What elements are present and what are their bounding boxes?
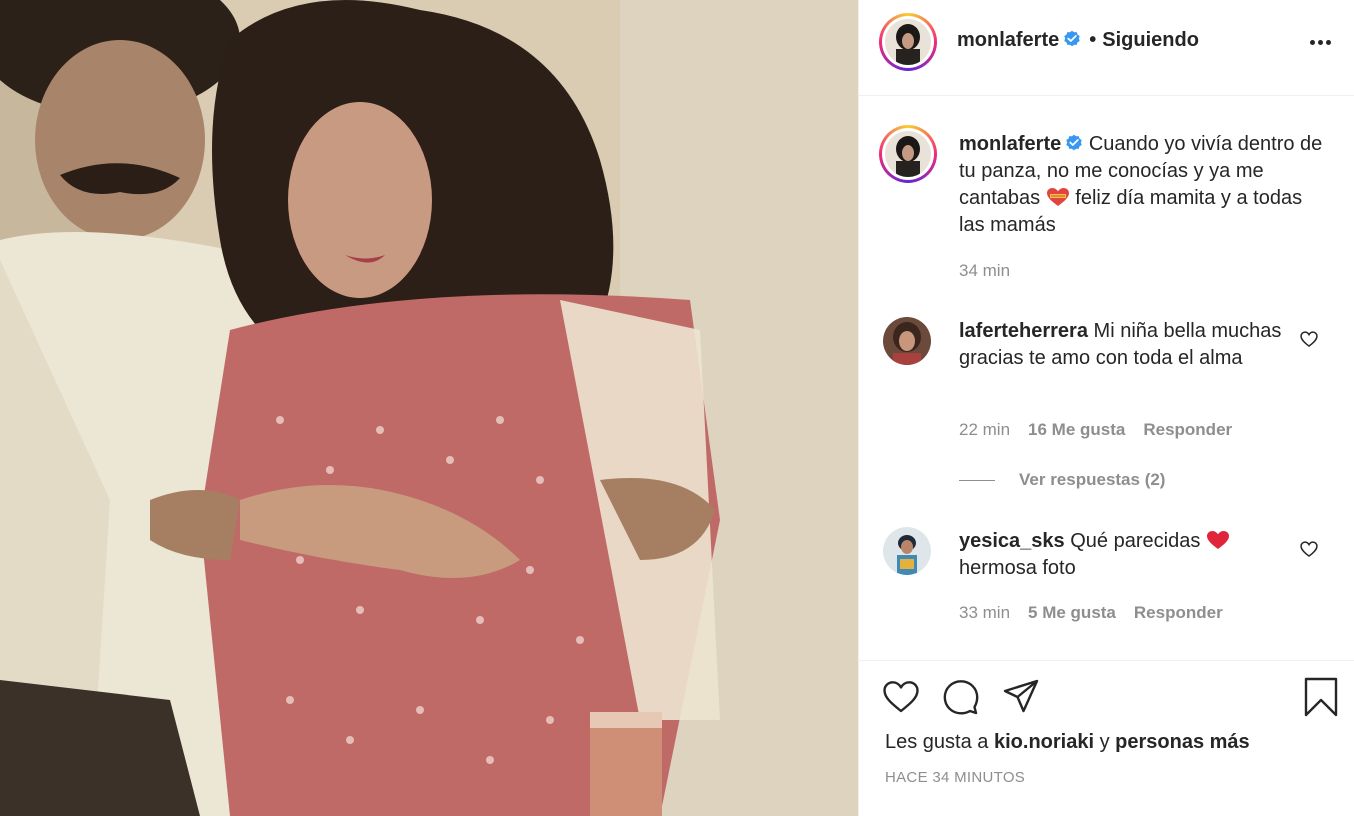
photo-illustration xyxy=(0,0,858,816)
verified-badge-icon xyxy=(1066,134,1082,151)
comment-text: laferteherrera Mi niña bella muchas grac… xyxy=(959,318,1289,372)
share-paper-plane-icon[interactable] xyxy=(1001,677,1041,717)
caption-time[interactable]: 34 min xyxy=(959,261,1010,280)
comment-likes-count[interactable]: 5 Me gusta xyxy=(1028,603,1116,622)
avatar[interactable] xyxy=(885,19,931,65)
comment-like-heart-icon[interactable] xyxy=(1299,329,1319,349)
others-likes-link[interactable]: personas más xyxy=(1115,731,1250,753)
comment-time[interactable]: 33 min xyxy=(959,603,1010,622)
view-replies-button[interactable]: Ver respuestas (2) xyxy=(959,470,1165,490)
comment-bubble-icon[interactable] xyxy=(941,677,981,717)
comment-time[interactable]: 22 min xyxy=(959,420,1010,439)
following-button[interactable]: Siguiendo xyxy=(1102,29,1199,51)
heart-emoji-icon xyxy=(1046,188,1069,206)
post-photo[interactable] xyxy=(0,0,858,816)
header-username[interactable]: monlaferte xyxy=(957,29,1059,51)
comment-text: yesica_sks Qué parecidas hermosa foto xyxy=(959,528,1289,582)
post-timestamp[interactable]: HACE 34 MINUTOS xyxy=(885,769,1025,786)
post-caption: monlaferte Cuando yo vivía dentro de tu … xyxy=(959,131,1329,239)
comments-list[interactable]: monlaferte Cuando yo vivía dentro de tu … xyxy=(859,97,1354,659)
avatar[interactable] xyxy=(885,131,931,177)
comment-username[interactable]: yesica_sks xyxy=(959,530,1065,552)
comment-like-heart-icon[interactable] xyxy=(1299,539,1319,559)
save-bookmark-icon[interactable] xyxy=(1301,677,1341,717)
likes-conjunction: y xyxy=(1099,731,1110,753)
post-sidebar: monlaferte • Siguiendo monlaferte Cuando… xyxy=(858,0,1354,816)
comment-avatar[interactable] xyxy=(883,317,931,365)
post-header: monlaferte • Siguiendo xyxy=(859,0,1354,96)
reply-button[interactable]: Responder xyxy=(1143,420,1232,439)
likes-prefix: Les gusta a xyxy=(885,731,989,753)
likes-summary: Les gusta a kio.noriaki y personas más xyxy=(885,731,1250,754)
separator-dot: • xyxy=(1089,29,1097,51)
comment-avatar[interactable] xyxy=(883,527,931,575)
comment-likes-count[interactable]: 16 Me gusta xyxy=(1028,420,1125,439)
comment-username[interactable]: laferteherrera xyxy=(959,320,1088,342)
caption-username[interactable]: monlaferte xyxy=(959,133,1061,155)
story-ring-avatar[interactable] xyxy=(879,13,937,71)
comment-body-part2: hermosa foto xyxy=(959,557,1076,579)
red-heart-emoji-icon xyxy=(1206,531,1229,549)
liker-username[interactable]: kio.noriaki xyxy=(994,731,1094,753)
comment-body-part1: Qué parecidas xyxy=(1070,530,1201,552)
like-heart-icon[interactable] xyxy=(881,677,921,717)
replies-divider xyxy=(959,479,995,481)
more-options-icon[interactable] xyxy=(1305,30,1335,54)
verified-badge-icon xyxy=(1064,30,1080,47)
caption-avatar[interactable] xyxy=(879,125,937,183)
post-actions: Les gusta a kio.noriaki y personas más H… xyxy=(859,660,1354,816)
reply-button[interactable]: Responder xyxy=(1134,603,1223,622)
view-replies-label: Ver respuestas (2) xyxy=(1019,470,1166,489)
